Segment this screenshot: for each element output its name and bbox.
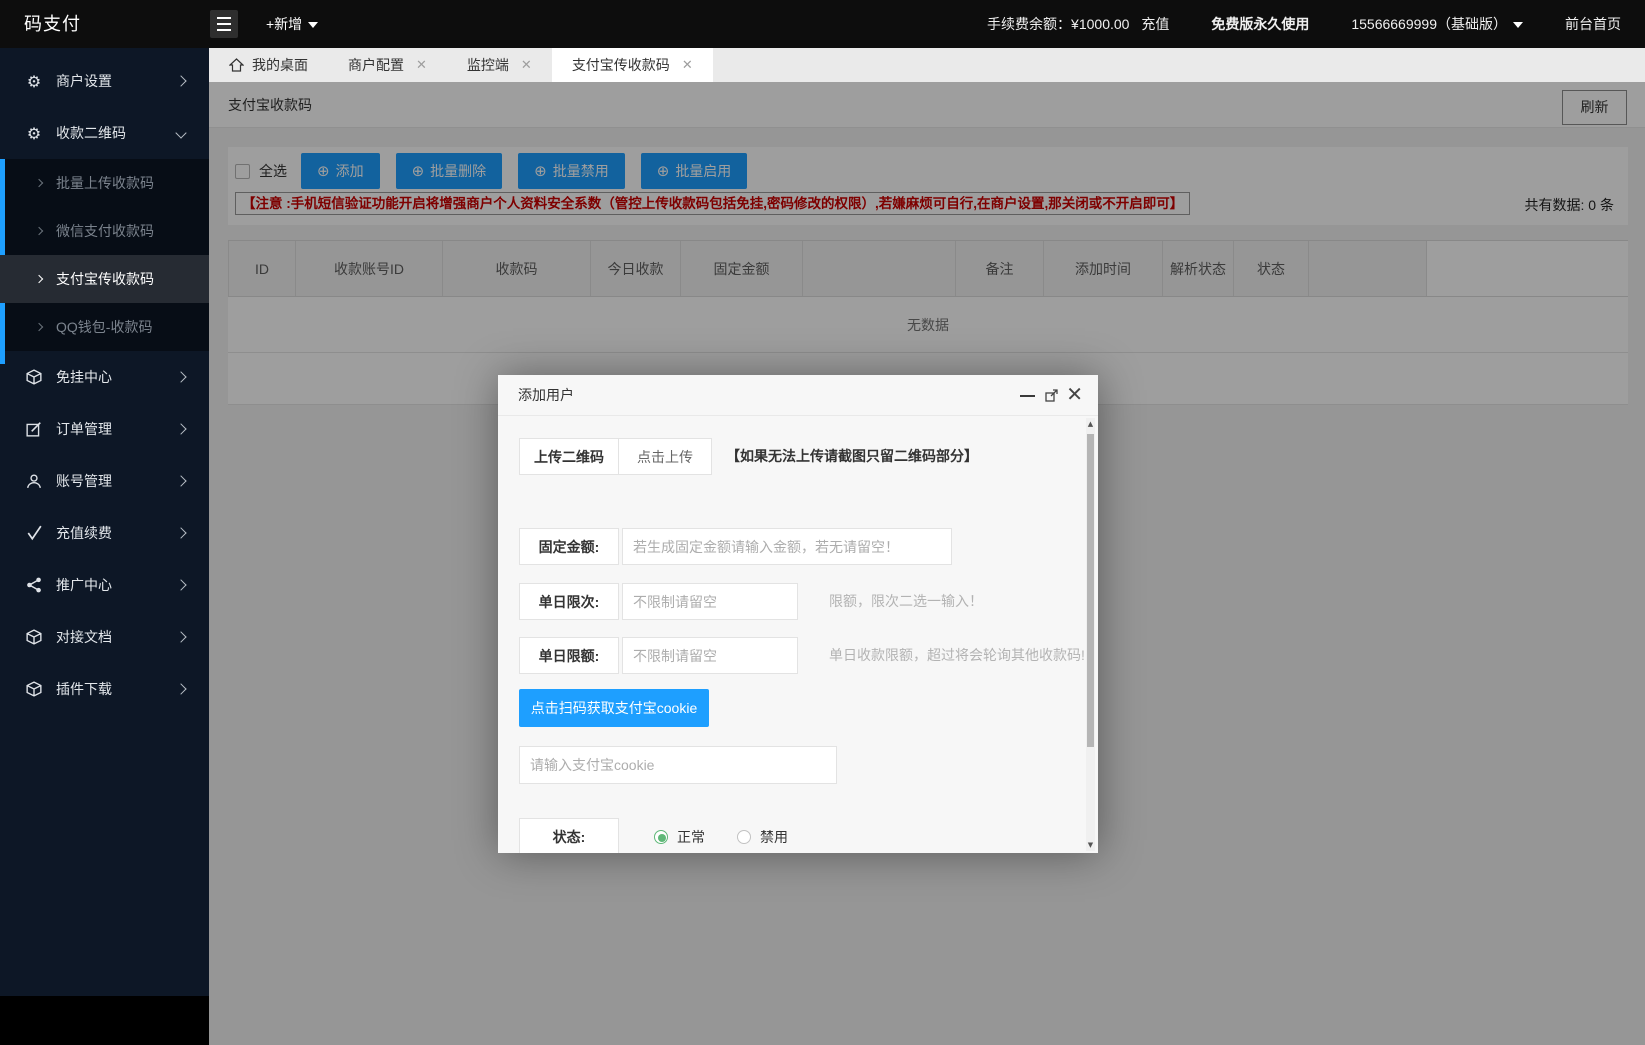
- chevron-right-icon: [175, 683, 186, 694]
- chevron-right-icon: [35, 275, 43, 283]
- chevron-down-icon: [175, 127, 186, 138]
- daily-times-label: 单日限次:: [519, 583, 619, 620]
- add-user-dialog: 添加用户 ✕ 上传二维码 点击上传 【如果无法上传请截图只留二维码部分】 固定金…: [498, 375, 1098, 853]
- radio-status-normal[interactable]: 正常: [654, 827, 705, 847]
- sidebar-item-order-management[interactable]: 订单管理: [0, 403, 209, 455]
- upload-button[interactable]: 点击上传: [618, 438, 712, 475]
- chevron-right-icon: [35, 227, 43, 235]
- sidebar: ⚙ 商户设置 ⚙ 收款二维码 批量上传收款码 微信支付收款码 支付宝传收款码 Q…: [0, 48, 209, 996]
- fixed-amount-label: 固定金额:: [519, 528, 619, 565]
- sidebar-item-merchant-settings[interactable]: ⚙ 商户设置: [0, 55, 209, 107]
- topbar: 码支付 +新增 手续费余额：¥1000.00 充值 免费版永久使用 155666…: [0, 0, 1645, 48]
- tab-merchant-config[interactable]: 商户配置 ✕: [328, 48, 447, 82]
- close-icon[interactable]: ✕: [1066, 384, 1083, 406]
- account-dropdown[interactable]: 15566669999（基础版）: [1351, 14, 1523, 34]
- sidebar-item-promotion-center[interactable]: 推广中心: [0, 559, 209, 611]
- chevron-right-icon: [35, 179, 43, 187]
- radio-status-disabled[interactable]: 禁用: [737, 827, 788, 847]
- caret-down-icon: [1513, 22, 1523, 28]
- sidebar-item-free-hang-center[interactable]: 免挂中心: [0, 351, 209, 403]
- share-icon: [25, 576, 43, 594]
- dialog-header: 添加用户 ✕: [498, 375, 1098, 416]
- daily-times-hint: 限额，限次二选一输入！: [829, 583, 983, 620]
- cube-icon: [25, 628, 43, 646]
- daily-times-input[interactable]: [622, 583, 798, 620]
- sidebar-item-qq-wallet-code[interactable]: QQ钱包-收款码: [0, 303, 209, 351]
- cookie-input[interactable]: [519, 746, 837, 784]
- chevron-right-icon: [175, 423, 186, 434]
- chevron-right-icon: [175, 527, 186, 538]
- sidebar-item-wechat-code[interactable]: 微信支付收款码: [0, 207, 209, 255]
- chevron-right-icon: [175, 475, 186, 486]
- edit-icon: [25, 420, 43, 438]
- chevron-right-icon: [175, 371, 186, 382]
- sidebar-item-alipay-code[interactable]: 支付宝传收款码: [0, 255, 209, 303]
- daily-limit-hint: 单日收款限额，超过将会轮询其他收款码!: [829, 637, 1085, 674]
- gear-icon: ⚙: [25, 124, 43, 142]
- user-icon: [25, 472, 43, 490]
- sidebar-item-plugin-download[interactable]: 插件下载: [0, 663, 209, 715]
- scan-cookie-button[interactable]: 点击扫码获取支付宝cookie: [519, 689, 709, 727]
- sidebar-item-api-docs[interactable]: 对接文档: [0, 611, 209, 663]
- close-icon[interactable]: ✕: [416, 57, 427, 73]
- dialog-scrollbar[interactable]: ▲ ▼: [1086, 418, 1095, 851]
- sidebar-collapse-button[interactable]: [210, 10, 238, 38]
- menu-icon: [210, 17, 238, 31]
- tab-alipay-code[interactable]: 支付宝传收款码 ✕: [552, 48, 713, 82]
- scrollbar-thumb[interactable]: [1087, 434, 1094, 747]
- close-icon[interactable]: ✕: [521, 57, 532, 73]
- sidebar-item-account-management[interactable]: 账号管理: [0, 455, 209, 507]
- tab-bar: 我的桌面 商户配置 ✕ 监控端 ✕ 支付宝传收款码 ✕: [209, 48, 1645, 82]
- dialog-body: 上传二维码 点击上传 【如果无法上传请截图只留二维码部分】 固定金额: 单日限次…: [498, 416, 1098, 853]
- cube-icon: [25, 680, 43, 698]
- gear-icon: ⚙: [25, 72, 43, 90]
- upload-qrcode-label: 上传二维码: [519, 438, 619, 475]
- daily-limit-label: 单日限额:: [519, 637, 619, 674]
- chevron-right-icon: [175, 579, 186, 590]
- chevron-right-icon: [175, 631, 186, 642]
- minimize-button[interactable]: [1020, 395, 1035, 397]
- version-note: 免费版永久使用: [1211, 14, 1309, 34]
- maximize-icon[interactable]: [1045, 388, 1059, 402]
- dialog-title: 添加用户: [518, 375, 574, 416]
- caret-down-icon: [308, 22, 318, 28]
- sidebar-item-qrcode-menu[interactable]: ⚙ 收款二维码: [0, 107, 209, 159]
- upload-note: 【如果无法上传请截图只留二维码部分】: [726, 438, 978, 475]
- sidebar-item-recharge-renew[interactable]: 充值续费: [0, 507, 209, 559]
- scroll-up-icon[interactable]: ▲: [1086, 418, 1095, 430]
- radio-unselected-icon: [737, 830, 751, 844]
- radio-selected-icon: [654, 830, 668, 844]
- status-label: 状态:: [519, 818, 619, 853]
- recharge-link[interactable]: 充值: [1141, 16, 1169, 32]
- daily-limit-input[interactable]: [622, 637, 798, 674]
- sidebar-item-batch-upload-code[interactable]: 批量上传收款码: [0, 159, 209, 207]
- close-icon[interactable]: ✕: [682, 57, 693, 73]
- tab-monitor[interactable]: 监控端 ✕: [447, 48, 552, 82]
- front-home-link[interactable]: 前台首页: [1565, 14, 1621, 34]
- home-icon: [229, 58, 244, 72]
- fee-balance: 手续费余额：¥1000.00 充值: [987, 14, 1169, 34]
- app-logo: 码支付: [24, 0, 81, 48]
- new-dropdown-button[interactable]: +新增: [266, 0, 318, 48]
- tab-desktop[interactable]: 我的桌面: [209, 48, 328, 82]
- cube-icon: [25, 368, 43, 386]
- scroll-down-icon[interactable]: ▼: [1086, 839, 1095, 851]
- check-icon: [25, 524, 43, 542]
- chevron-right-icon: [35, 323, 43, 331]
- fixed-amount-input[interactable]: [622, 528, 952, 565]
- chevron-right-icon: [175, 75, 186, 86]
